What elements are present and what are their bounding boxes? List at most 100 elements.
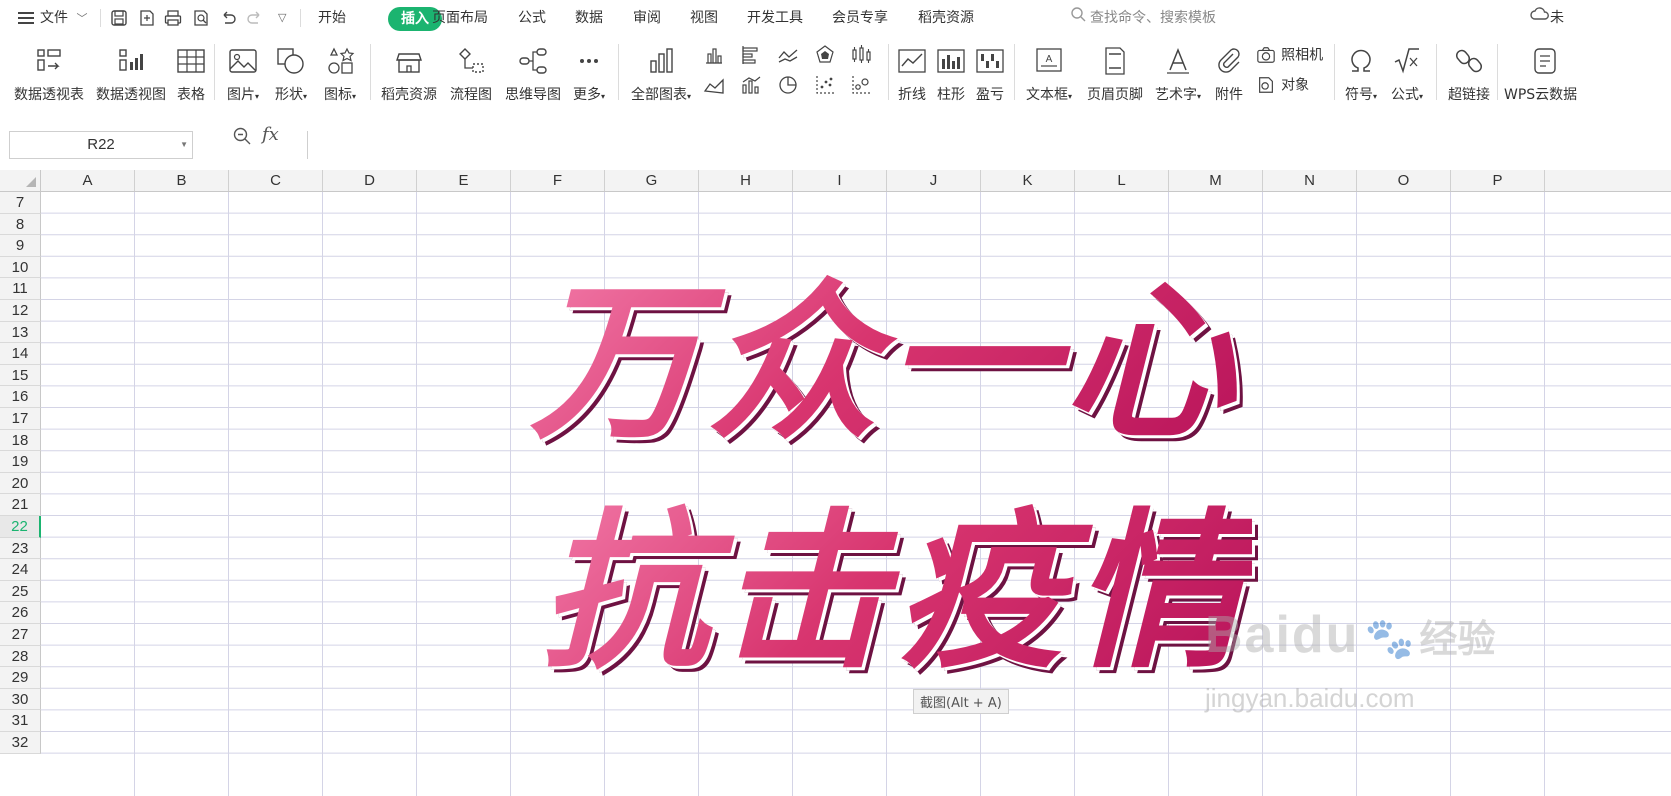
sparkline-column-button[interactable]: 柱形 xyxy=(933,42,969,108)
row-header[interactable]: 16 xyxy=(0,386,41,408)
wordart-button[interactable]: 艺术字▾ xyxy=(1150,42,1206,108)
radar-chart-icon[interactable] xyxy=(814,44,836,68)
row-header[interactable]: 10 xyxy=(0,256,41,279)
docer-resources-button[interactable]: 稻壳资源 xyxy=(378,42,440,108)
line-chart-icon[interactable] xyxy=(777,44,799,68)
formula-input[interactable] xyxy=(307,131,1671,159)
column-header[interactable]: J xyxy=(887,170,981,191)
header-footer-button[interactable]: 页眉页脚 xyxy=(1084,42,1146,108)
combo-chart-icon[interactable] xyxy=(740,74,762,98)
column-header[interactable]: D xyxy=(323,170,417,191)
column-header[interactable]: P xyxy=(1451,170,1545,191)
pivot-table-button[interactable]: 数据透视表 xyxy=(10,42,88,108)
row-header[interactable]: 12 xyxy=(0,300,41,322)
picture-button[interactable]: 图片▾ xyxy=(222,42,264,108)
row-header[interactable]: 31 xyxy=(0,710,41,732)
row-header[interactable]: 24 xyxy=(0,559,41,581)
camera-button[interactable]: 照相机 xyxy=(1256,44,1328,68)
insert-function-button[interactable]: fx xyxy=(262,124,279,145)
column-header[interactable]: C xyxy=(229,170,323,191)
bubble-chart-icon[interactable] xyxy=(850,74,872,98)
flowchart-button[interactable]: 流程图 xyxy=(446,42,496,108)
column-header[interactable]: N xyxy=(1263,170,1357,191)
sparkline-line-button[interactable]: 折线 xyxy=(894,42,930,108)
file-menu[interactable]: 文件 ﹀ xyxy=(40,0,87,36)
more-button[interactable]: 更多▾ xyxy=(568,42,610,108)
undo-icon[interactable] xyxy=(219,9,237,27)
column-header[interactable]: B xyxy=(135,170,229,191)
wps-cloud-data-button[interactable]: WPS云数据 xyxy=(1502,42,1592,108)
object-button[interactable]: 对象 xyxy=(1256,74,1328,98)
print-preview-icon[interactable] xyxy=(192,9,210,27)
cloud-sync[interactable]: 未 xyxy=(1530,0,1564,36)
tab-home[interactable]: 开始 xyxy=(318,0,346,36)
area-chart-icon[interactable] xyxy=(703,74,725,98)
row-header[interactable]: 32 xyxy=(0,732,41,754)
tab-page-layout[interactable]: 页面布局 xyxy=(432,0,488,36)
tab-data[interactable]: 数据 xyxy=(575,0,603,36)
column-header[interactable]: O xyxy=(1357,170,1451,191)
wordart-line-1[interactable]: 万众一心 xyxy=(530,268,1242,458)
row-header[interactable]: 19 xyxy=(0,451,41,473)
customize-toolbar-icon[interactable]: ▽ xyxy=(278,0,286,36)
row-header[interactable]: 8 xyxy=(0,213,41,236)
export-pdf-icon[interactable] xyxy=(138,9,156,27)
column-header[interactable]: L xyxy=(1075,170,1169,191)
save-icon[interactable] xyxy=(110,9,128,27)
chevron-down-icon[interactable]: ▼ xyxy=(180,132,188,158)
row-header[interactable]: 13 xyxy=(0,321,41,344)
pie-chart-icon[interactable] xyxy=(777,74,799,98)
column-header[interactable]: G xyxy=(605,170,699,191)
tab-view[interactable]: 视图 xyxy=(690,0,718,36)
row-header[interactable]: 14 xyxy=(0,343,41,365)
table-button[interactable]: 表格 xyxy=(172,42,210,108)
hamburger-menu-icon[interactable] xyxy=(18,0,34,36)
row-header[interactable]: 7 xyxy=(0,192,41,214)
column-header[interactable]: E xyxy=(417,170,511,191)
row-header[interactable]: 9 xyxy=(0,235,41,257)
name-box[interactable]: R22 ▼ xyxy=(9,131,193,159)
select-all-corner[interactable] xyxy=(0,170,41,191)
zoom-icon[interactable] xyxy=(232,126,252,146)
row-header[interactable]: 20 xyxy=(0,472,41,495)
sparkline-winloss-button[interactable]: 盈亏 xyxy=(972,42,1008,108)
tab-developer[interactable]: 开发工具 xyxy=(747,0,803,36)
symbol-button[interactable]: 符号▾ xyxy=(1340,42,1382,108)
column-header[interactable]: H xyxy=(699,170,793,191)
tab-member[interactable]: 会员专享 xyxy=(832,0,888,36)
row-header[interactable]: 17 xyxy=(0,408,41,430)
column-chart-icon[interactable] xyxy=(703,44,725,68)
shape-button[interactable]: 形状▾ xyxy=(268,42,314,108)
row-header[interactable]: 30 xyxy=(0,688,41,711)
command-search[interactable]: 查找命令、搜索模板 xyxy=(1070,0,1216,36)
scatter-chart-icon[interactable] xyxy=(814,74,836,98)
tab-review[interactable]: 审阅 xyxy=(633,0,661,36)
row-header[interactable]: 15 xyxy=(0,364,41,387)
tab-docer[interactable]: 稻壳资源 xyxy=(918,0,974,36)
mindmap-button[interactable]: 思维导图 xyxy=(502,42,564,108)
column-header[interactable]: M xyxy=(1169,170,1263,191)
row-header[interactable]: 21 xyxy=(0,494,41,516)
wordart-line-2[interactable]: 抗击疫情 xyxy=(540,492,1252,692)
row-header[interactable]: 26 xyxy=(0,602,41,624)
row-header[interactable]: 18 xyxy=(0,429,41,452)
attachment-button[interactable]: 附件 xyxy=(1210,42,1248,108)
stock-chart-icon[interactable] xyxy=(850,44,872,68)
pivot-chart-button[interactable]: 数据透视图 xyxy=(93,42,169,108)
row-header[interactable]: 28 xyxy=(0,645,41,668)
print-icon[interactable] xyxy=(164,9,182,27)
row-header[interactable]: 25 xyxy=(0,580,41,603)
bar-chart-icon[interactable] xyxy=(740,44,762,68)
all-charts-button[interactable]: 全部图表▾ xyxy=(626,42,696,108)
row-header[interactable]: 23 xyxy=(0,537,41,560)
redo-icon[interactable] xyxy=(246,9,264,27)
icons-button[interactable]: 图标▾ xyxy=(318,42,362,108)
row-header[interactable]: 22 xyxy=(0,516,41,538)
row-header[interactable]: 11 xyxy=(0,278,41,300)
textbox-button[interactable]: A 文本框▾ xyxy=(1020,42,1078,108)
column-header[interactable]: I xyxy=(793,170,887,191)
tab-formulas[interactable]: 公式 xyxy=(518,0,546,36)
row-header[interactable]: 27 xyxy=(0,624,41,646)
column-header[interactable]: K xyxy=(981,170,1075,191)
equation-button[interactable]: 公式▾ xyxy=(1386,42,1428,108)
